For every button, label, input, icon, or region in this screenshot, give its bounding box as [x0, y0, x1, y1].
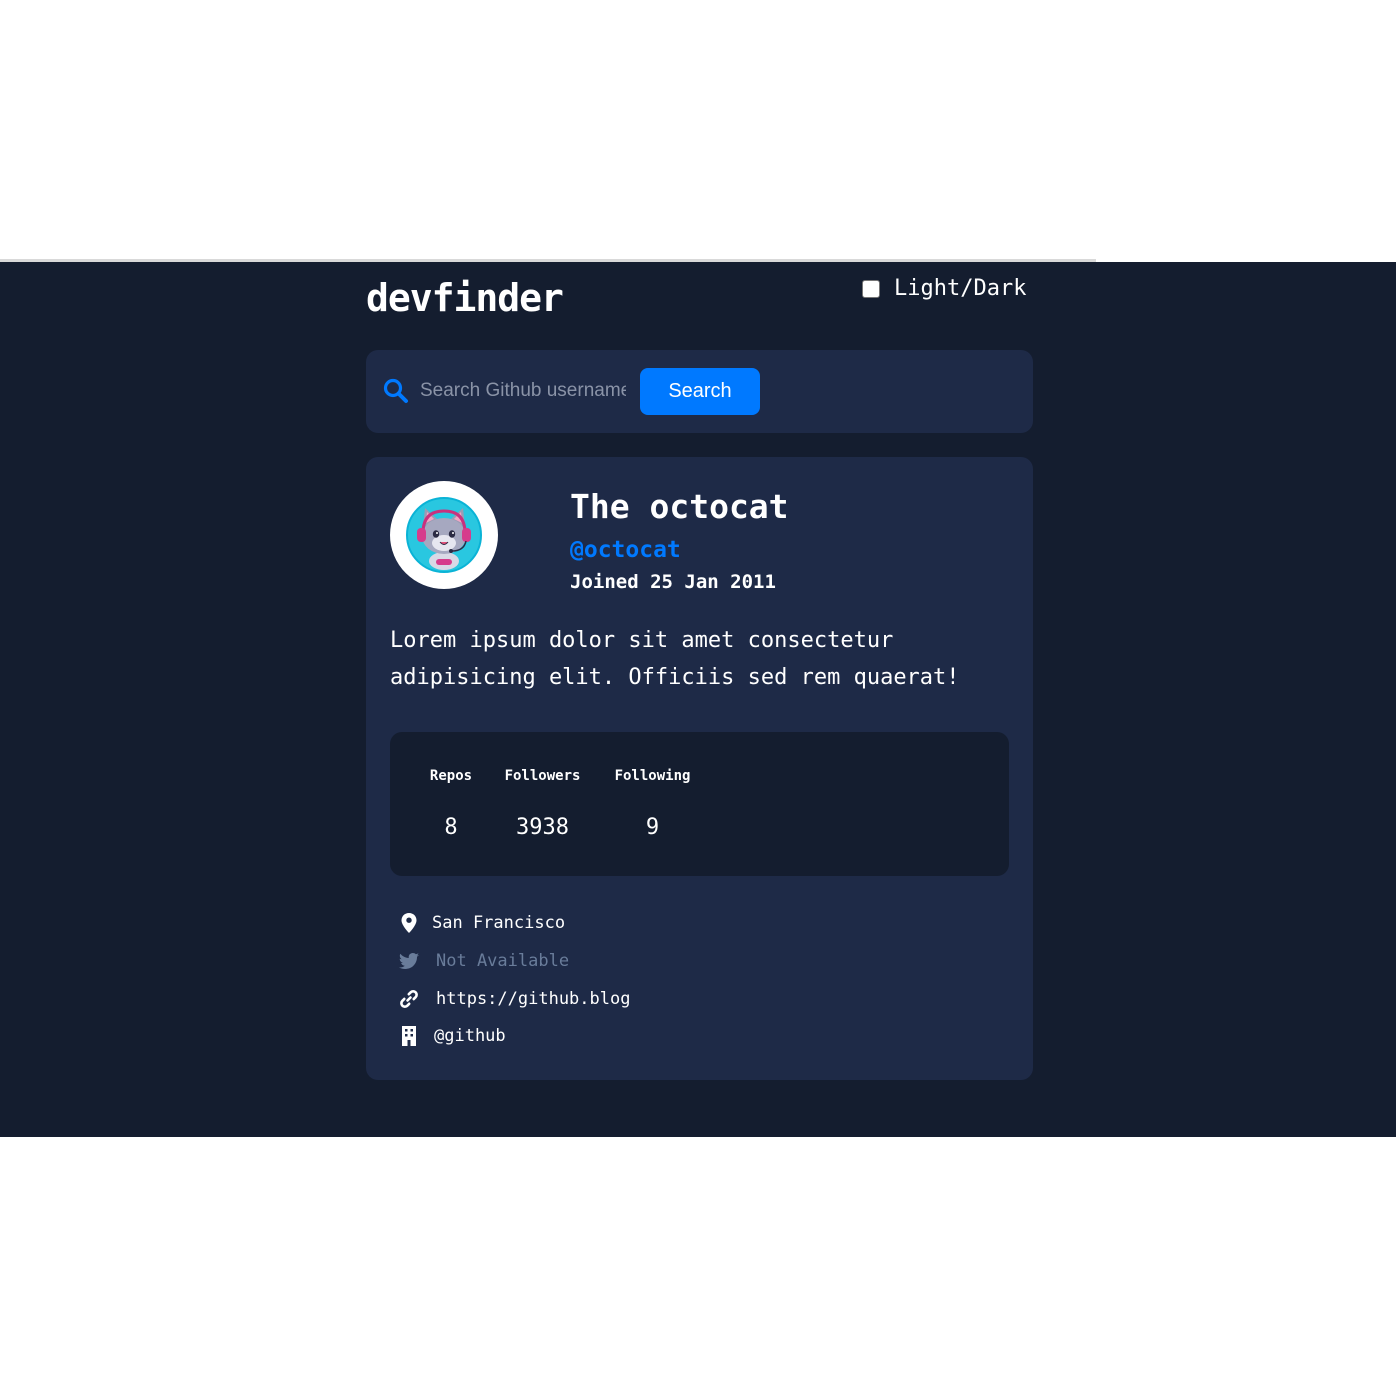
location-text: San Francisco: [432, 913, 566, 933]
followers-value: 3938: [516, 815, 569, 840]
building-icon: [398, 1025, 420, 1047]
search-icon: [383, 378, 409, 404]
twitter-icon: [398, 950, 420, 972]
cat-avatar-icon: [406, 497, 482, 573]
twitter-text: Not Available: [436, 951, 570, 971]
profile-handle-link[interactable]: @octocat: [570, 537, 681, 563]
following-value: 9: [645, 815, 660, 840]
followers-label: Followers: [504, 768, 581, 784]
website-link[interactable]: https://github.blog: [436, 989, 630, 1009]
joined-date: Joined 25 Jan 2011: [570, 571, 776, 593]
bio-line: adipisicing elit. Officiis sed rem quaer…: [390, 665, 960, 690]
repos-value: 8: [444, 815, 458, 840]
search-input[interactable]: [420, 374, 626, 408]
website-row[interactable]: https://github.blog: [398, 988, 630, 1010]
avatar: [390, 481, 498, 589]
app-logo: devfinder: [366, 276, 564, 320]
stats-panel: [390, 732, 1009, 876]
theme-checkbox[interactable]: [862, 279, 880, 298]
profile-name: The octocat: [570, 487, 789, 526]
company-text: @github: [434, 1026, 506, 1046]
browser-blank-area: [0, 0, 1396, 259]
location-row: San Francisco: [398, 912, 565, 934]
search-button[interactable]: Search: [640, 368, 760, 415]
link-icon: [398, 988, 420, 1010]
theme-toggle-label: Light/Dark: [894, 276, 1027, 301]
bio-line: Lorem ipsum dolor sit amet consectetur: [390, 628, 894, 653]
location-pin-icon: [398, 912, 420, 934]
profile-bio: Lorem ipsum dolor sit amet consectetur a…: [390, 622, 990, 696]
repos-label: Repos: [429, 768, 473, 784]
company-row: @github: [398, 1025, 506, 1047]
theme-toggle[interactable]: Light/Dark: [862, 276, 1026, 301]
twitter-row: Not Available: [398, 950, 569, 972]
following-label: Following: [614, 768, 691, 784]
